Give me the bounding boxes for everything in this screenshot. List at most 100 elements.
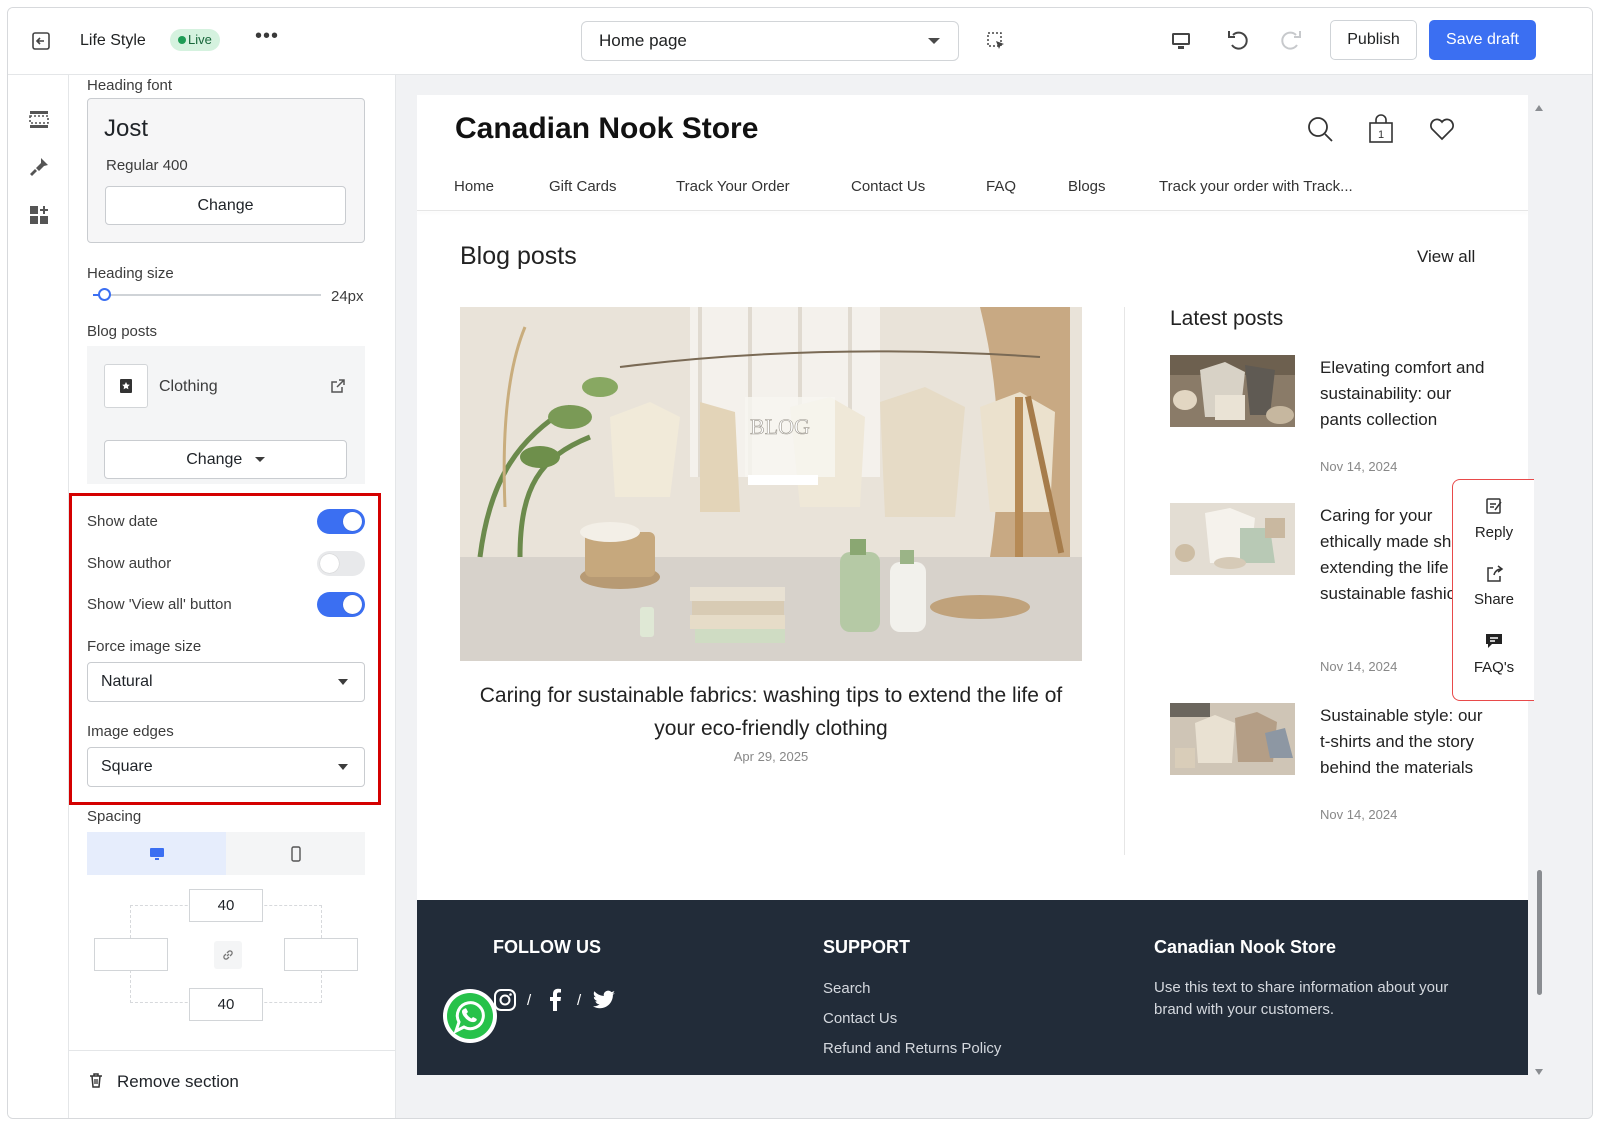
search-icon[interactable] [1306,114,1334,144]
spacing-left-input[interactable] [94,938,168,971]
theme-settings-icon[interactable] [27,155,51,179]
toggle-knob [343,595,362,614]
column-divider [1124,307,1125,855]
featured-post-title[interactable]: Caring for sustainable fabrics: washing … [460,679,1082,745]
force-image-select[interactable]: Natural [87,662,365,702]
desktop-icon[interactable] [1169,29,1193,53]
undo-icon[interactable] [1225,27,1251,53]
blog-posts-label: Blog posts [87,323,158,340]
nav-blogs[interactable]: Blogs [1068,178,1106,195]
view-all-link[interactable]: View all [1417,247,1475,267]
link-spacing-button[interactable] [214,941,242,969]
footer-link-refund[interactable]: Refund and Returns Policy [823,1040,1001,1057]
wishlist-heart-icon[interactable] [1428,114,1456,144]
widget-reply[interactable]: Reply [1453,524,1535,541]
widget-faq[interactable]: FAQ's [1453,659,1535,676]
link-icon [223,950,233,960]
post-title[interactable]: Sustainable style: our t-shirts and the … [1320,703,1488,781]
more-options-button[interactable]: ••• [255,25,279,48]
nav-contact[interactable]: Contact Us [851,178,925,195]
nav-track-order[interactable]: Track Your Order [676,178,790,195]
mobile-icon[interactable] [288,846,304,862]
footer-follow-heading: FOLLOW US [493,937,601,957]
separator: / [577,992,582,1009]
store-footer: FOLLOW US / / SUPPORT Search Contact Us … [417,900,1528,1075]
spacing-top-input[interactable]: 40 [189,889,263,922]
share-icon [1487,565,1504,582]
heading-size-label: Heading size [87,265,174,282]
header-divider [417,210,1528,211]
featured-post-image[interactable]: BLOG [460,307,1082,661]
font-weight: Regular 400 [106,157,188,174]
spacing-bottom-input[interactable]: 40 [189,988,263,1021]
nav-home[interactable]: Home [454,178,494,195]
force-image-label: Force image size [87,638,202,655]
left-rail [8,75,69,1118]
widget-share[interactable]: Share [1453,591,1535,608]
twitter-icon[interactable] [591,988,617,1012]
inspector-icon[interactable] [985,30,1007,52]
exit-icon[interactable] [30,30,52,52]
whatsapp-icon[interactable] [442,988,498,1044]
footer-brand-heading: Canadian Nook Store [1154,937,1337,957]
footer-link-search[interactable]: Search [823,980,871,997]
store-title[interactable]: Canadian Nook Store [455,112,758,146]
remove-section-label: Remove section [117,1072,239,1091]
save-draft-button[interactable]: Save draft [1429,20,1536,60]
redo-icon[interactable] [1278,27,1304,53]
facebook-icon[interactable] [545,988,565,1012]
show-date-toggle[interactable] [317,509,365,534]
chevron-down-icon [338,679,348,685]
image-edges-value: Square [101,758,153,775]
blog-name: Clothing [159,378,218,395]
external-link-icon[interactable] [330,378,346,394]
nav-faq[interactable]: FAQ [986,178,1016,195]
footer-support-heading: SUPPORT [823,937,911,957]
faq-chat-icon [1486,634,1502,648]
font-change-button[interactable]: Change [105,186,346,225]
store-preview: Canadian Nook Store 1 Home Gift Cards Tr… [396,75,1592,1118]
post-thumbnail[interactable] [1170,703,1295,775]
separator: / [527,992,532,1009]
slider-thumb[interactable] [98,288,111,301]
image-edges-label: Image edges [87,723,174,740]
page-selector[interactable]: Home page [581,21,959,61]
show-author-label: Show author [87,555,172,572]
heading-size-slider[interactable] [93,294,321,296]
post-date: Nov 14, 2024 [1320,659,1398,674]
apps-icon[interactable] [27,203,51,227]
post-thumbnail[interactable] [1170,355,1295,427]
image-edges-select[interactable]: Square [87,747,365,787]
top-bar: Life Style Live ••• Home page Publish Sa… [8,8,1592,75]
preview-scroll-up[interactable] [1535,105,1543,111]
sections-icon[interactable] [27,107,51,131]
spacing-label: Spacing [87,808,142,825]
footer-link-contact[interactable]: Contact Us [823,1010,897,1027]
spacing-right-input[interactable] [284,938,358,971]
page-selector-value: Home page [599,31,687,50]
show-view-all-toggle[interactable] [317,592,365,617]
footer-brand-text: Use this text to share information about… [1154,979,1449,1018]
remove-section-button[interactable]: Remove section [69,1050,395,1118]
heading-size-value: 24px [331,288,364,305]
blog-change-button[interactable]: Change [104,440,347,479]
desktop-icon [150,848,164,860]
show-author-toggle[interactable] [317,551,365,576]
nav-track-with[interactable]: Track your order with Track... [1159,178,1353,195]
post-date: Nov 14, 2024 [1320,807,1398,822]
latest-posts-title: Latest posts [1170,307,1284,330]
post-date: Nov 14, 2024 [1320,459,1398,474]
theme-name: Life Style [80,32,146,49]
nav-gift-cards[interactable]: Gift Cards [549,178,617,195]
live-badge: Live [170,29,220,51]
spacing-device-toggle [87,832,365,875]
post-title[interactable]: Elevating comfort and sustainability: ou… [1320,355,1488,433]
chevron-down-icon [338,764,348,770]
desktop-tab[interactable] [87,832,226,875]
section-title: Blog posts [460,242,577,270]
publish-button[interactable]: Publish [1330,20,1417,60]
cart-icon[interactable]: 1 [1367,114,1395,144]
preview-scrollbar[interactable] [1537,870,1542,995]
post-thumbnail[interactable] [1170,503,1295,575]
preview-scroll-down[interactable] [1535,1069,1543,1075]
